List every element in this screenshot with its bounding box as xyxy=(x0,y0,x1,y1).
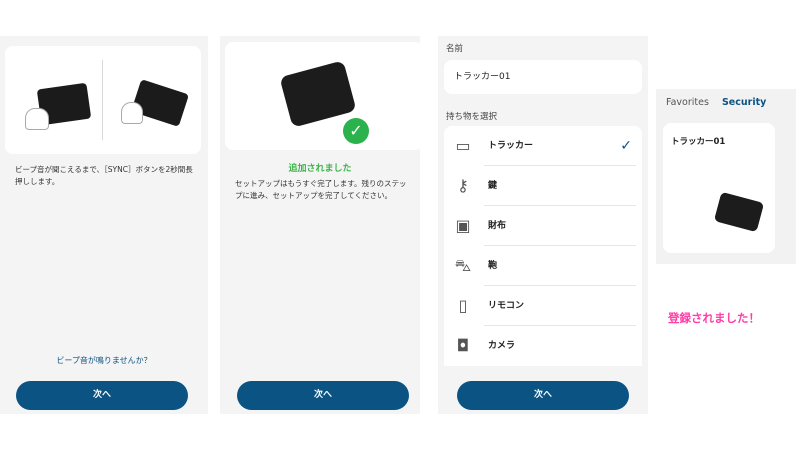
divider xyxy=(102,60,103,140)
list-item-label: 財布 xyxy=(488,221,507,231)
registered-caption: 登録されました！ xyxy=(668,311,760,325)
list-item-label: カメラ xyxy=(488,341,516,351)
tracker-illustration xyxy=(279,60,357,128)
key-icon: ⚷ xyxy=(457,176,469,195)
step3-screen: 名前 トラッカー01 持ち物を選択 ▭ トラッカー ✓ ⚷ 鍵 ▣ 財布 ⛍ 鞄… xyxy=(438,36,648,414)
item-type-list: ▭ トラッカー ✓ ⚷ 鍵 ▣ 財布 ⛍ 鞄 ▯ リモコン ◘ カメラ xyxy=(444,126,642,366)
list-item-tracker[interactable]: ▭ トラッカー ✓ xyxy=(444,126,642,166)
list-item-camera[interactable]: ◘ カメラ xyxy=(444,326,642,366)
tab-bar: Favorites Security xyxy=(666,97,776,108)
step2-screen: ✓ 追加されました セットアップはもうすぐ完了します。残りのステップに進み、セッ… xyxy=(220,36,423,414)
tracker-icon: ▭ xyxy=(455,136,471,155)
finger-icon xyxy=(121,102,143,124)
list-item-key[interactable]: ⚷ 鍵 xyxy=(444,166,642,206)
wallet-icon: ▣ xyxy=(455,216,471,235)
list-item-label: トラッカー xyxy=(488,141,534,151)
next-button[interactable]: 次へ xyxy=(237,381,409,410)
camera-icon: ◘ xyxy=(456,336,470,355)
remote-icon: ▯ xyxy=(458,296,468,315)
tab-security[interactable]: Security xyxy=(722,97,766,108)
finger-icon xyxy=(25,108,49,130)
step1-screen: ビープ音が聞こえるまで、［SYNC］ボタンを2秒間長押しします。 ビープ音が鳴り… xyxy=(0,36,208,414)
step4-screen: Favorites Security トラッカー01 xyxy=(656,89,796,264)
next-button[interactable]: 次へ xyxy=(16,381,188,410)
setup-description: セットアップはもうすぐ完了します。残りのステップに進み、セットアップを完了してく… xyxy=(235,179,407,200)
list-item-remote[interactable]: ▯ リモコン xyxy=(444,286,642,326)
sync-instruction-image xyxy=(5,46,201,154)
name-label: 名前 xyxy=(446,44,464,54)
name-field[interactable]: トラッカー01 xyxy=(444,60,642,94)
list-item-label: 鍵 xyxy=(488,181,498,191)
checkmark-icon: ✓ xyxy=(620,138,632,154)
device-name: トラッカー01 xyxy=(671,137,726,147)
select-label: 持ち物を選択 xyxy=(446,112,498,122)
no-beep-help-link[interactable]: ビープ音が鳴りませんか？ xyxy=(0,355,208,366)
tab-favorites[interactable]: Favorites xyxy=(666,97,709,108)
check-icon: ✓ xyxy=(343,118,369,144)
bag-icon: ⛍ xyxy=(454,256,472,275)
instruction-text: ビープ音が聞こえるまで、［SYNC］ボタンを2秒間長押しします。 xyxy=(15,165,193,186)
device-card[interactable]: トラッカー01 xyxy=(663,123,775,253)
success-title: 追加されました xyxy=(288,164,352,174)
list-item-label: 鞄 xyxy=(488,261,498,271)
list-item-label: リモコン xyxy=(488,301,525,311)
list-item-bag[interactable]: ⛍ 鞄 xyxy=(444,246,642,286)
list-item-wallet[interactable]: ▣ 財布 xyxy=(444,206,642,246)
added-tracker-image: ✓ xyxy=(225,42,423,150)
next-button[interactable]: 次へ xyxy=(457,381,629,410)
tracker-illustration xyxy=(713,191,765,233)
